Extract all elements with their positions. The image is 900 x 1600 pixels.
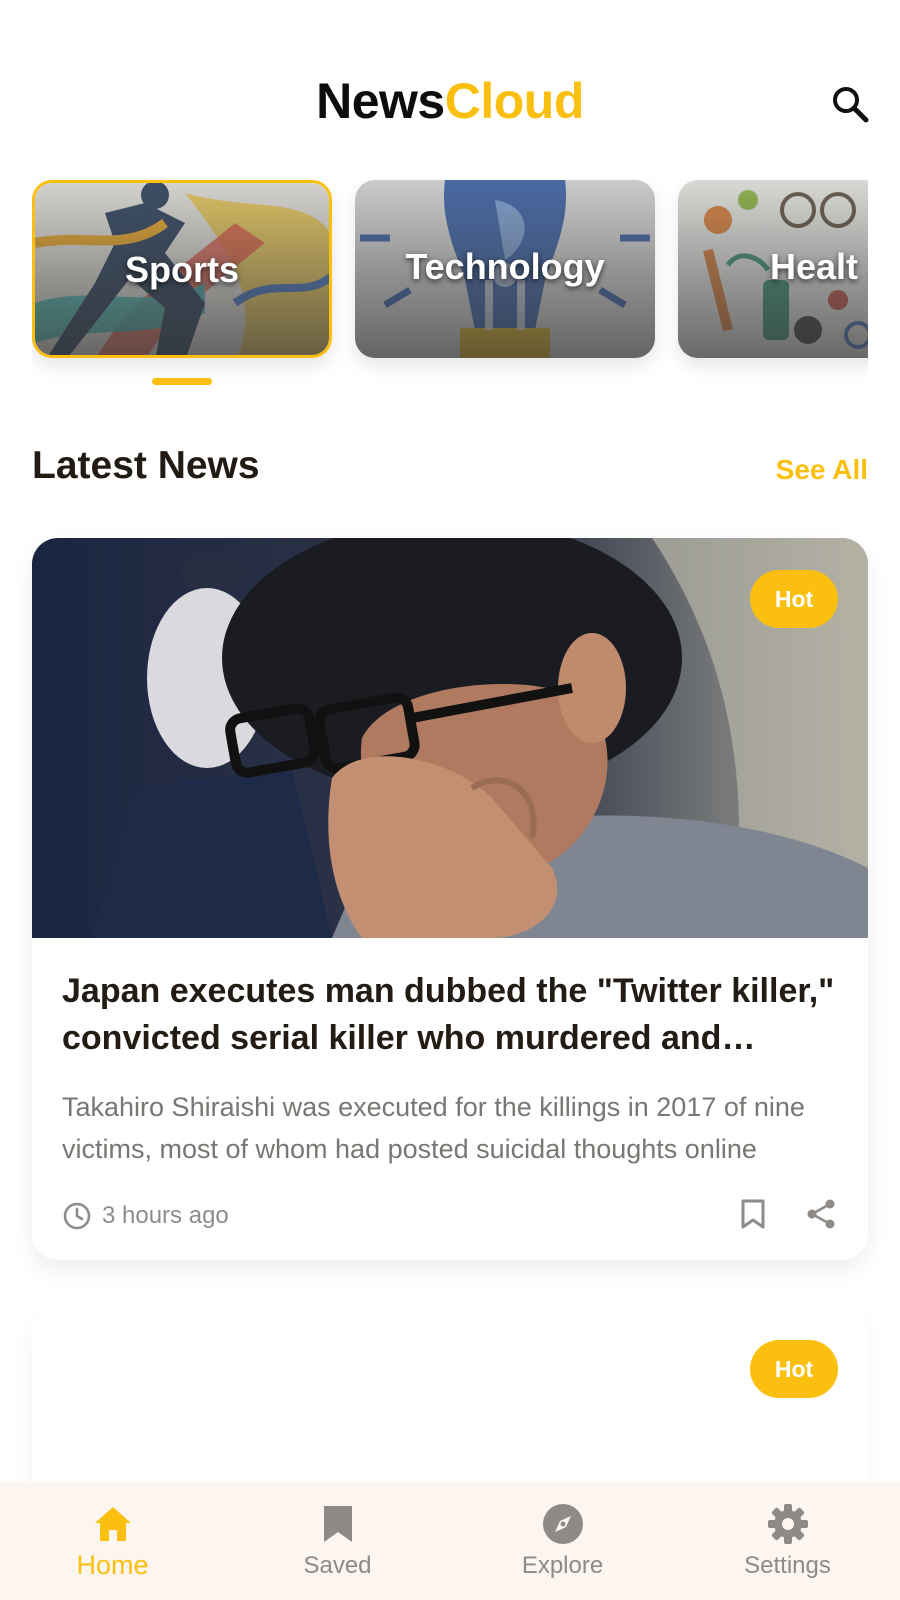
bookmark-icon [323, 1506, 352, 1542]
section-title: Latest News [32, 444, 260, 487]
share-button[interactable] [804, 1194, 838, 1234]
nav-settings[interactable]: Settings [675, 1482, 900, 1600]
category-card-sports[interactable]: Sports [32, 180, 332, 358]
category-label: Healt [770, 246, 859, 287]
category-label: Sports [124, 249, 239, 290]
search-button[interactable] [826, 80, 874, 128]
logo-cloud-text: Cloud [444, 73, 585, 129]
compass-icon [542, 1504, 583, 1544]
bookmark-icon [741, 1199, 765, 1229]
news-actions [736, 1194, 838, 1234]
app-header: NewsCloud [0, 0, 900, 170]
hot-badge: Hot [750, 570, 838, 628]
news-headline[interactable]: Japan executes man dubbed the "Twitter k… [62, 968, 842, 1062]
nav-home[interactable]: Home [0, 1482, 225, 1600]
category-card-technology[interactable]: Technology [355, 180, 655, 358]
category-card-health[interactable]: Healt [678, 180, 868, 358]
bookmark-button[interactable] [736, 1194, 770, 1234]
bottom-nav: Home Saved Explore Settings [0, 1482, 900, 1600]
nav-label: Settings [744, 1552, 831, 1579]
category-carousel[interactable]: Sports Technology Healt [32, 178, 868, 408]
news-meta: 3 hours ago [62, 1198, 229, 1234]
news-card[interactable]: Hot Japan executes man dubbed the "Twitt… [32, 538, 868, 1260]
home-icon [94, 1507, 131, 1541]
news-summary: Takahiro Shiraishi was executed for the … [62, 1092, 805, 1164]
search-icon [833, 87, 869, 123]
nav-label: Home [76, 1550, 149, 1580]
gear-icon [767, 1504, 808, 1544]
app-logo: NewsCloud [0, 72, 900, 130]
news-time: 3 hours ago [102, 1202, 229, 1229]
news-card[interactable]: Hot [32, 1308, 868, 1508]
category-label: Technology [405, 246, 605, 287]
logo-news-text: News [316, 73, 445, 129]
see-all-link[interactable]: See All [776, 454, 868, 486]
news-photo [32, 538, 868, 938]
share-icon [807, 1199, 835, 1229]
nav-label: Explore [521, 1552, 604, 1579]
nav-label: Saved [303, 1552, 372, 1579]
nav-explore[interactable]: Explore [450, 1482, 675, 1600]
clock-icon [63, 1202, 91, 1230]
category-selected-indicator [152, 378, 212, 385]
hot-badge: Hot [750, 1340, 838, 1398]
nav-saved[interactable]: Saved [225, 1482, 450, 1600]
